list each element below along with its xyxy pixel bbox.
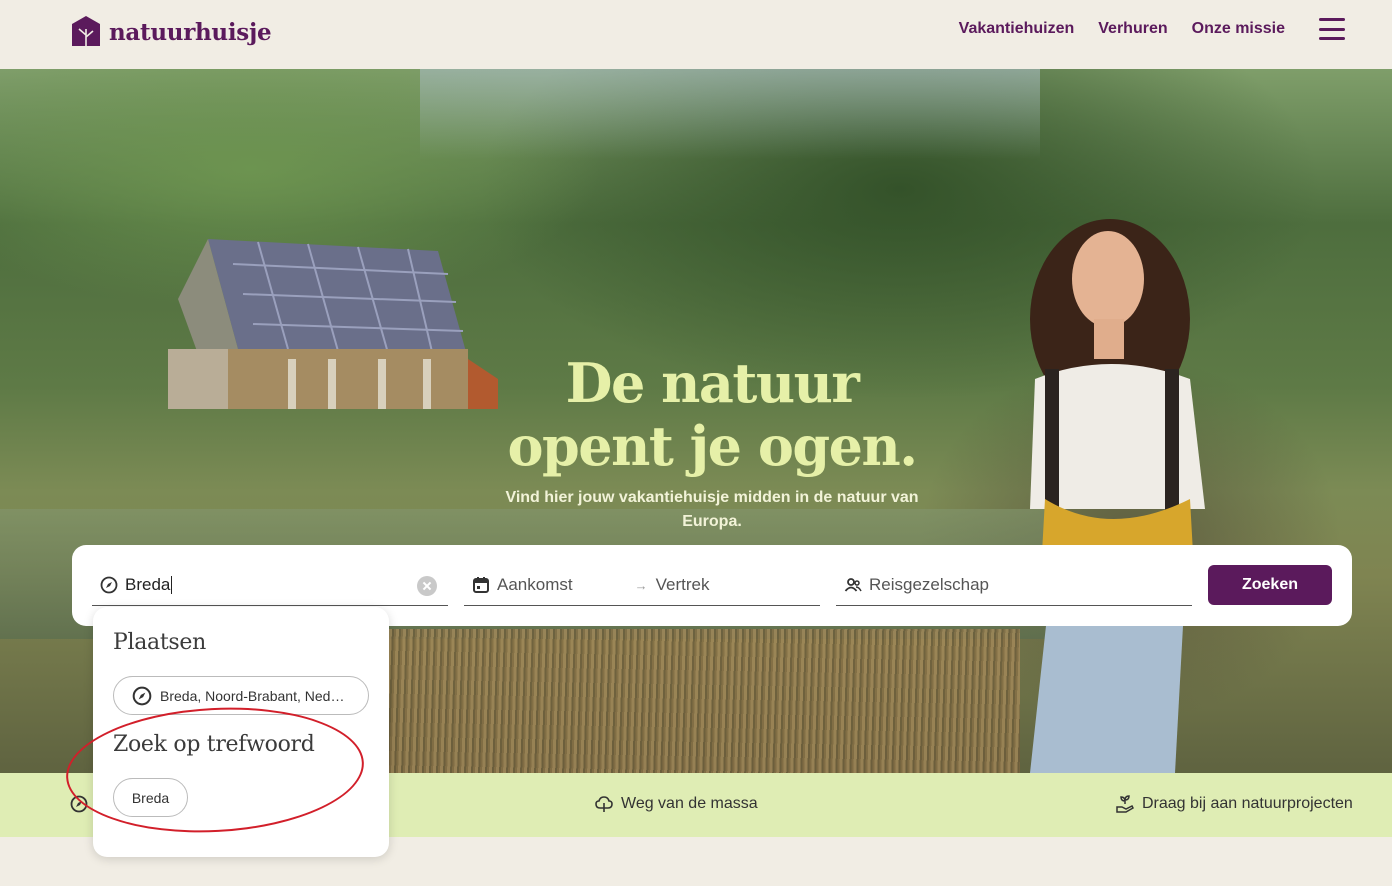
hero-reeds <box>380 629 1020 773</box>
compass-icon <box>132 686 152 705</box>
hiker-woman-image <box>1030 219 1205 773</box>
hero-title: De natuur opent je ogen. <box>507 351 918 478</box>
benefit-item-2: Weg van de massa <box>595 795 758 813</box>
tree-icon <box>595 796 613 812</box>
benefit-label-3: Draag bij aan natuurprojecten <box>1142 795 1353 812</box>
location-value: Breda <box>125 575 171 594</box>
departure-placeholder: Vertrek <box>655 575 710 594</box>
keyword-suggestion[interactable]: Breda <box>113 778 188 817</box>
eco-house-image <box>168 239 498 409</box>
brand-logo[interactable]: natuurhuisje <box>71 15 272 49</box>
nav-verhuren[interactable]: Verhuren <box>1098 20 1167 38</box>
compass-icon <box>70 795 88 813</box>
main-nav: Vakantiehuizen Verhuren Onze missie <box>959 18 1345 40</box>
arrival-placeholder: Aankomst <box>497 575 573 594</box>
nav-onze-missie[interactable]: Onze missie <box>1192 20 1285 38</box>
location-input[interactable]: Breda <box>92 565 448 606</box>
autocomplete-dropdown: Plaatsen Breda, Noord-Brabant, Nederland… <box>93 607 389 857</box>
house-logo-icon <box>72 16 100 46</box>
clear-icon[interactable] <box>417 576 437 596</box>
place-suggestion[interactable]: Breda, Noord-Brabant, Nederland <box>113 676 369 715</box>
hero-subtitle: Vind hier jouw vakantiehuisje midden in … <box>505 489 919 530</box>
calendar-icon <box>473 577 489 593</box>
benefit-label-2: Weg van de massa <box>621 795 758 812</box>
nav-vakantiehuizen[interactable]: Vakantiehuizen <box>959 20 1075 38</box>
people-icon <box>844 578 862 592</box>
hand-plant-icon <box>1116 795 1134 813</box>
brand-name: natuurhuisje <box>109 18 272 46</box>
guests-input[interactable]: Reisgezelschap <box>836 565 1192 606</box>
place-suggestion-label: Breda, Noord-Brabant, Nederland <box>160 687 350 704</box>
guests-placeholder: Reisgezelschap <box>869 575 990 594</box>
hero-sky <box>420 69 1040 159</box>
arrow-right-icon: → <box>634 577 648 593</box>
hamburger-menu-icon[interactable] <box>1319 18 1345 40</box>
text-cursor <box>171 576 173 594</box>
compass-icon <box>100 576 118 594</box>
site-header: natuurhuisje Vakantiehuizen Verhuren Onz… <box>0 0 1392 69</box>
date-range-input[interactable]: Aankomst → Vertrek <box>464 565 820 606</box>
benefit-item-3: Draag bij aan natuurprojecten <box>1116 795 1353 813</box>
keyword-heading: Zoek op trefwoord <box>113 732 315 757</box>
search-button[interactable]: Zoeken <box>1208 565 1332 605</box>
places-heading: Plaatsen <box>113 630 206 655</box>
